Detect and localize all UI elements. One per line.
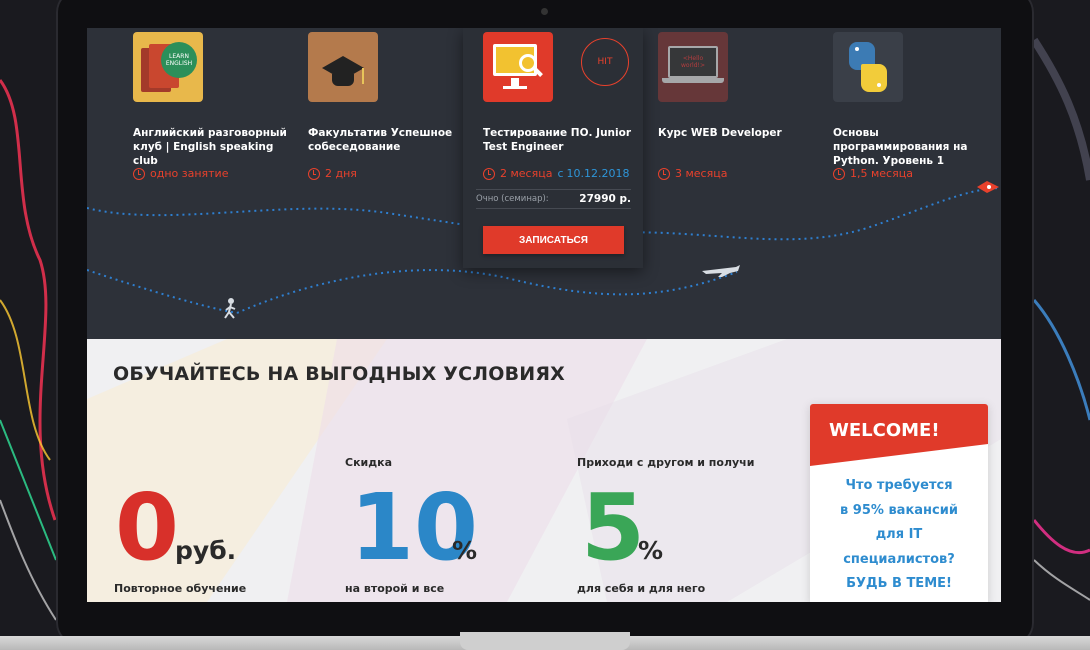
course-start-date: 10.12.2018 [566, 167, 630, 180]
clock-icon [133, 167, 145, 180]
course-duration: 2 дня [308, 167, 357, 180]
benefit-unit: % [638, 536, 664, 565]
website-screen: LEARN ENGLISH Английский разговорный клу… [87, 28, 1001, 602]
welcome-text: Что требуется в 95% вакансий для IT спец… [840, 478, 958, 591]
benefits-section: ОБУЧАЙТЕСЬ НА ВЫГОДНЫХ УСЛОВИЯХ 0 руб. П… [87, 339, 1001, 602]
course-duration: 2 месяца с 10.12.2018 [483, 167, 630, 180]
enroll-button[interactable]: ЗАПИСАТЬСЯ [483, 226, 624, 254]
course-start-date-prefix: с [557, 167, 564, 180]
python-logo-icon [833, 32, 903, 102]
benefit-top-label: Приходи с другом и получи [577, 456, 755, 469]
price-value: 27990 р. [579, 193, 631, 205]
course-title: Основы программирования на Python. Урове… [833, 127, 968, 167]
clock-icon [483, 167, 495, 180]
laptop-notch [460, 632, 630, 650]
price-label: Очно (семинар): [476, 194, 549, 204]
course-card-web-developer[interactable]: <Hello world!> Курс WEB Developer [658, 32, 818, 140]
rocket-icon [977, 181, 999, 193]
course-card-python[interactable]: Основы программирования на Python. Урове… [833, 32, 993, 168]
english-club-book-icon: LEARN ENGLISH [133, 32, 203, 102]
price-row: Очно (семинар): 27990 р. [476, 189, 631, 209]
course-duration: 3 месяца [658, 167, 727, 180]
benefits-title: ОБУЧАЙТЕСЬ НА ВЫГОДНЫХ УСЛОВИЯХ [113, 363, 566, 385]
course-duration: одно занятие [133, 167, 228, 180]
benefit-caption: для себя и для него [577, 582, 706, 595]
benefit-unit: % [452, 536, 478, 565]
course-title: Тестирование ПО. Junior Test Engineer [483, 127, 632, 153]
graduation-cap-icon [308, 32, 378, 102]
clock-icon [308, 167, 320, 180]
course-title: Английский разговорный клуб | English sp… [133, 127, 287, 167]
benefit-top-label: Скидка [345, 456, 393, 469]
clock-icon [833, 167, 845, 180]
benefit-number: 0 [115, 474, 180, 581]
benefit-unit: руб. [175, 536, 237, 565]
software-testing-monitor-icon [483, 32, 553, 102]
webcam [541, 8, 548, 15]
course-duration: 1,5 месяца [833, 167, 913, 180]
laptop-hello-world-icon: <Hello world!> [658, 32, 728, 102]
walking-person-icon [224, 298, 236, 319]
hit-badge: HIT [581, 38, 629, 86]
benefit-caption: Повторное обучение [114, 582, 247, 595]
course-card-english[interactable]: LEARN ENGLISH Английский разговорный клу… [133, 32, 293, 168]
airplane-icon [702, 265, 740, 277]
courses-section: LEARN ENGLISH Английский разговорный клу… [87, 28, 1001, 339]
course-card-interview[interactable]: Факультатив Успешное собеседование [308, 32, 468, 154]
course-title: Курс WEB Developer [658, 127, 782, 139]
welcome-card[interactable]: WELCOME! Что требуется в 95% вакансий дл… [810, 404, 988, 602]
clock-icon [658, 167, 670, 180]
benefit-caption: на второй и все [345, 582, 445, 595]
course-title: Факультатив Успешное собеседование [308, 127, 453, 153]
welcome-title: WELCOME! [829, 420, 940, 441]
benefit-number: 5 [581, 474, 646, 581]
